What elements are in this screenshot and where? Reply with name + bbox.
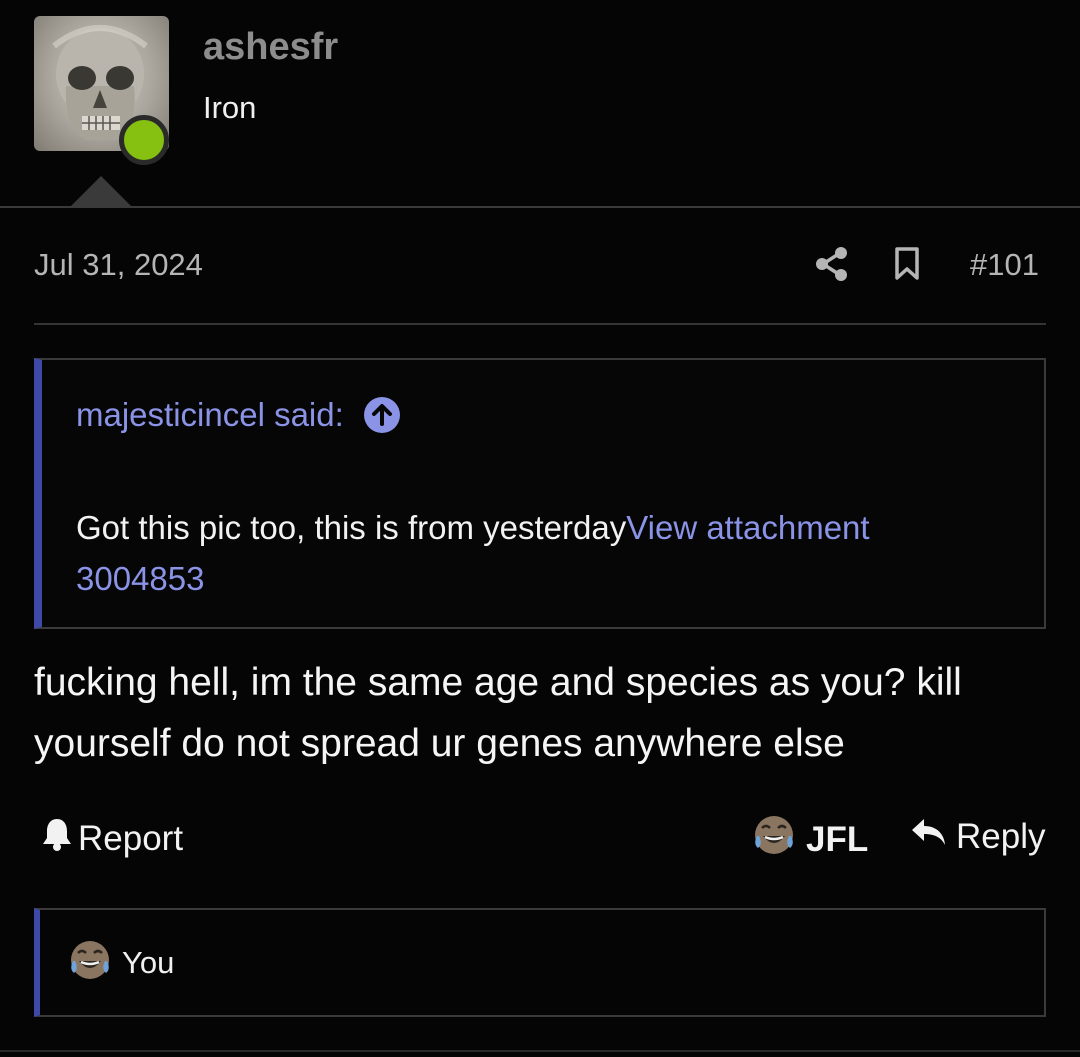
user-rank: Iron xyxy=(203,90,257,125)
post-bottom-divider xyxy=(0,1050,1080,1052)
post-date[interactable]: Jul 31, 2024 xyxy=(34,247,203,283)
reply-label: Reply xyxy=(956,816,1046,856)
message-pointer xyxy=(69,176,133,208)
meta-divider xyxy=(34,323,1046,325)
report-label: Report xyxy=(78,818,184,858)
reply-button[interactable]: Reply xyxy=(910,816,1045,857)
reactions-bar[interactable]: You xyxy=(34,908,1046,1017)
bookmark-icon[interactable] xyxy=(893,246,921,287)
online-status-indicator xyxy=(119,115,169,165)
jfl-label: JFL xyxy=(806,819,869,859)
laughing-crying-emoji-icon xyxy=(752,814,796,865)
username[interactable]: ashesfr xyxy=(203,26,338,69)
forum-post: ashesfr Iron Jul 31, 2024 #101 majestici… xyxy=(0,0,1080,1057)
bell-icon xyxy=(40,816,74,861)
message-body: fucking hell, im the same age and specie… xyxy=(34,661,962,765)
quote-content: Got this pic too, this is from yesterday… xyxy=(76,502,1006,604)
laughing-crying-emoji-icon xyxy=(68,939,112,986)
jfl-reaction-button[interactable]: JFL xyxy=(752,814,868,865)
share-icon[interactable] xyxy=(815,246,849,287)
quote-block: majesticincel said: Got this pic too, th… xyxy=(34,358,1046,629)
quote-text: Got this pic too, this is from yesterday xyxy=(76,509,627,546)
header-divider xyxy=(0,206,1080,208)
post-permalink[interactable]: #101 xyxy=(970,247,1039,283)
quote-author[interactable]: majesticincel said: xyxy=(76,396,344,434)
arrow-up-circle-icon[interactable] xyxy=(363,397,400,433)
report-button[interactable]: Report xyxy=(40,816,183,861)
reactions-label: You xyxy=(122,944,175,980)
reply-arrow-icon xyxy=(910,816,948,857)
quote-attribution[interactable]: majesticincel said: xyxy=(76,396,400,434)
